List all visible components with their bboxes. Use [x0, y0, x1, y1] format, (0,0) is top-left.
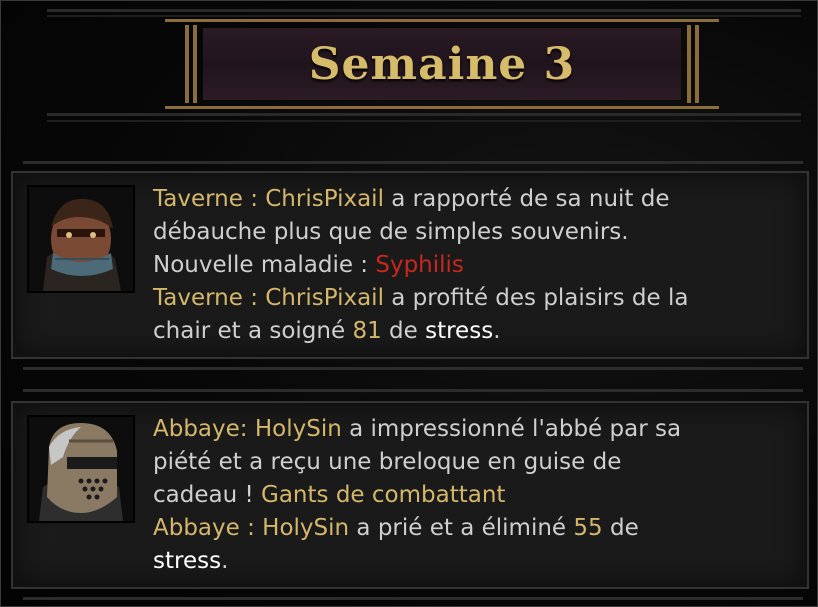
stress-amount: 81: [352, 318, 382, 344]
event-text-segment: .: [221, 548, 229, 574]
stress-amount: 55: [573, 515, 603, 541]
event-line: Abbaye: HolySin a impressionné l'abbé pa…: [153, 413, 793, 446]
header-divider: [47, 113, 801, 116]
event-text-segment: débauche plus que de simples souvenirs.: [153, 219, 629, 245]
event-text-segment: a impressionné l'abbé par sa: [341, 416, 682, 442]
event-text-segment: a prié et a éliminé: [349, 515, 574, 541]
event-line: Taverne : ChrisPixail a rapporté de sa n…: [153, 183, 793, 216]
event-line: Nouvelle maladie : Syphilis: [153, 249, 793, 282]
event-panel-abbey: Abbaye: HolySin a impressionné l'abbé pa…: [11, 401, 809, 589]
event-text-segment: chair et a soigné: [153, 318, 353, 344]
header-divider: [47, 15, 801, 17]
event-text-segment: .: [493, 318, 501, 344]
panel-divider: [23, 367, 803, 370]
week-banner: Semaine 3: [165, 19, 719, 109]
panel-divider: [23, 597, 803, 600]
event-text: Taverne : ChrisPixail a rapporté de sa n…: [153, 183, 793, 348]
banner-pillar: [193, 25, 197, 103]
event-line: Abbaye : HolySin a prié et a éliminé 55 …: [153, 512, 793, 545]
banner-pillar: [687, 25, 691, 103]
event-line: cadeau ! Gants de combattant: [153, 479, 793, 512]
event-text-segment: piété et a reçu une breloque en guise de: [153, 449, 622, 475]
week-title: Semaine 3: [308, 38, 576, 90]
location-hero-link: Abbaye: HolySin: [153, 416, 342, 442]
bandaged-hero-portrait-icon[interactable]: [27, 185, 135, 293]
event-line: chair et a soigné 81 de stress.: [153, 315, 793, 348]
event-panel-tavern: Taverne : ChrisPixail a rapporté de sa n…: [11, 171, 809, 359]
stress-keyword: stress: [153, 548, 222, 574]
location-hero-link: Taverne : ChrisPixail: [153, 285, 384, 311]
event-text-segment: a profité des plaisirs de la: [383, 285, 689, 311]
location-hero-link: Taverne : ChrisPixail: [153, 186, 384, 212]
week-report-window: Semaine 3 Taverne : ChrisPixail a rappor…: [0, 0, 818, 607]
trinket-name: Gants de combattant: [261, 482, 506, 508]
event-text: Abbaye: HolySin a impressionné l'abbé pa…: [153, 413, 793, 578]
event-text-segment: de: [381, 318, 426, 344]
disease-name: Syphilis: [375, 252, 464, 278]
header-divider: [47, 120, 801, 122]
stress-keyword: stress: [425, 318, 494, 344]
banner-plate: Semaine 3: [203, 28, 681, 100]
disease-label: Nouvelle maladie :: [153, 252, 376, 278]
event-text-segment: cadeau !: [153, 482, 262, 508]
banner-pillar: [695, 25, 699, 103]
event-line: piété et a reçu une breloque en guise de: [153, 446, 793, 479]
panel-divider: [23, 161, 803, 164]
location-hero-link: Abbaye : HolySin: [153, 515, 350, 541]
event-line: débauche plus que de simples souvenirs.: [153, 216, 793, 249]
event-text-segment: de: [602, 515, 639, 541]
header-divider: [47, 9, 801, 12]
event-line: Taverne : ChrisPixail a profité des plai…: [153, 282, 793, 315]
event-text-segment: a rapporté de sa nuit de: [383, 186, 670, 212]
event-line: stress.: [153, 545, 793, 578]
crusader-helmet-portrait-icon[interactable]: [27, 415, 135, 523]
panel-divider: [23, 389, 803, 392]
banner-pillar: [185, 25, 189, 103]
